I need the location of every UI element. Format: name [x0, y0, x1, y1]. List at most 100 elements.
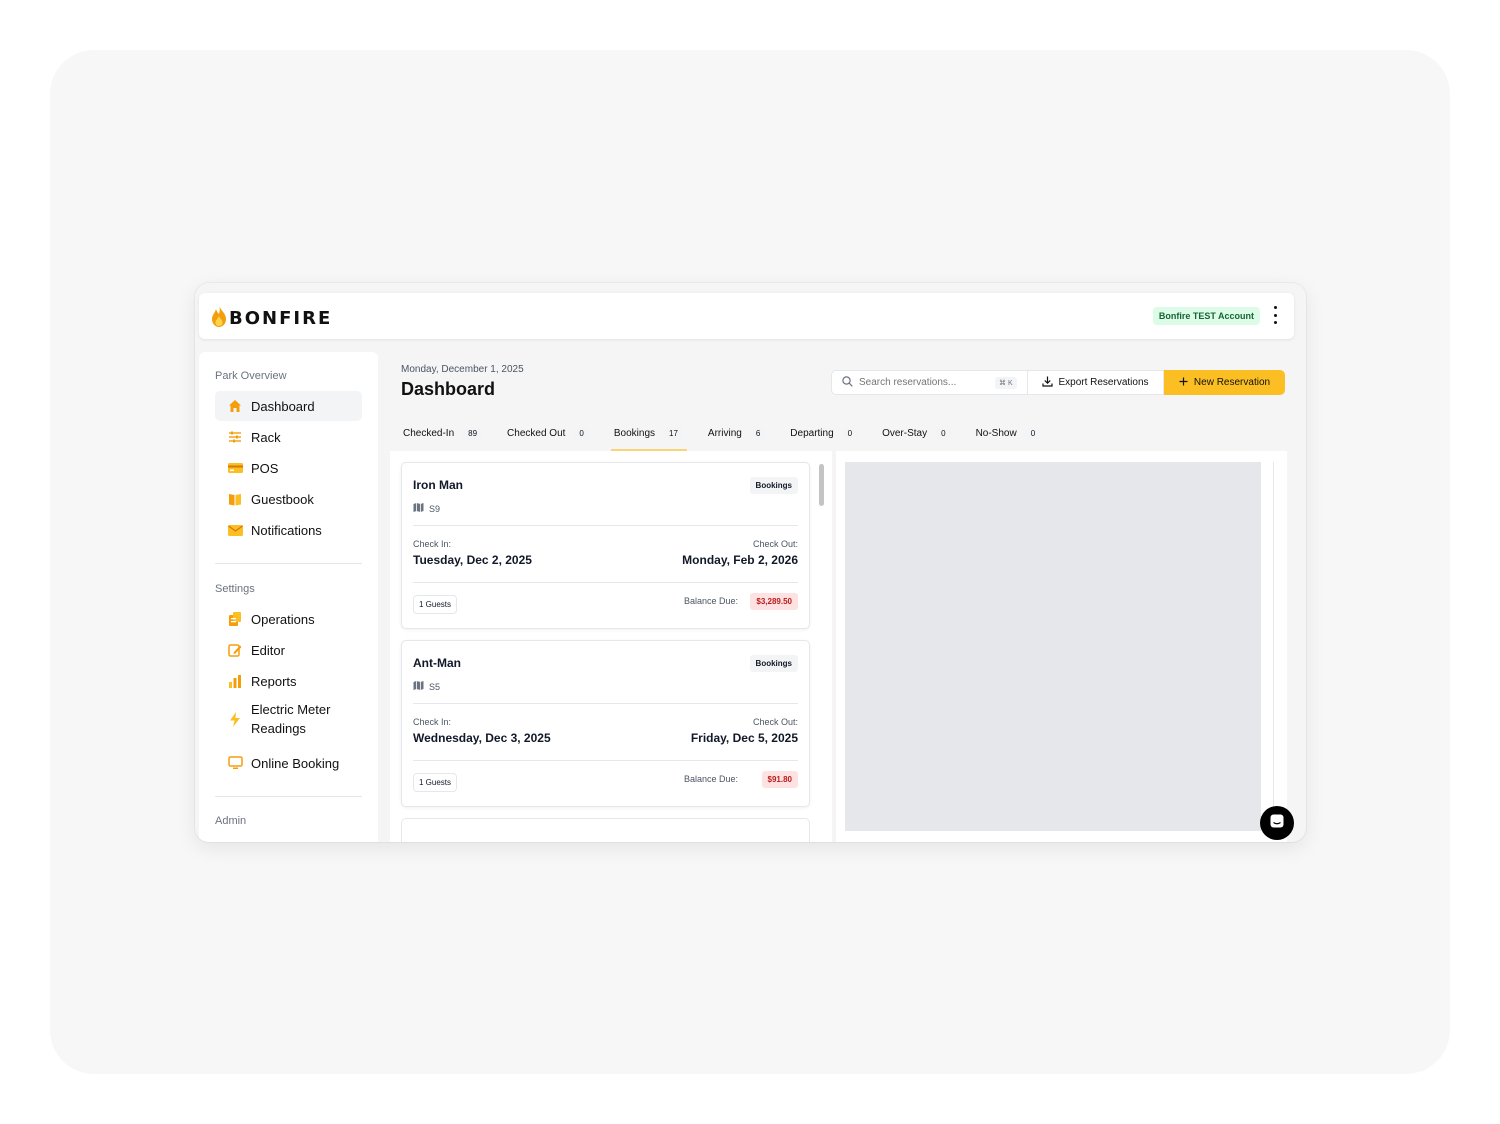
guest-name: Ant-Man	[413, 656, 461, 670]
tab-count: 0	[1024, 426, 1042, 440]
search-box[interactable]: ⌘ K	[831, 370, 1028, 395]
sidebar-item-label: Operations	[251, 611, 315, 627]
sidebar-item-dashboard[interactable]: Dashboard	[215, 391, 362, 421]
sidebar-section-settings: Settings	[215, 583, 255, 595]
sidebar-item-pos[interactable]: POS	[215, 453, 362, 483]
tab-label: No-Show	[975, 427, 1017, 439]
sidebar-item-rack[interactable]: Rack	[215, 422, 362, 452]
envelope-icon	[227, 522, 243, 538]
download-icon	[1042, 376, 1054, 390]
tab-label: Departing	[790, 427, 834, 439]
search-icon	[842, 374, 853, 392]
tab-count: 89	[462, 426, 484, 440]
chat-icon	[1269, 813, 1285, 834]
account-badge[interactable]: Bonfire TEST Account	[1152, 307, 1260, 325]
check-out-date: Friday, Dec 5, 2025	[690, 731, 798, 745]
pencil-square-icon	[227, 642, 243, 658]
export-reservations-button[interactable]: Export Reservations	[1028, 370, 1164, 395]
tab-label: Over-Stay	[882, 427, 928, 439]
sidebar-item-operations[interactable]: Operations	[215, 604, 362, 634]
reservation-card[interactable]	[401, 818, 810, 842]
sidebar-divider	[215, 796, 362, 797]
sidebar: Park Overview Dashboard Rack POS Guestbo…	[199, 352, 378, 842]
chat-support-button[interactable]	[1260, 806, 1294, 840]
card-divider	[413, 760, 798, 761]
keyboard-shortcut-hint: ⌘ K	[995, 376, 1017, 389]
tab-label: Bookings	[613, 427, 656, 439]
tab-count: 0	[935, 426, 952, 440]
current-date: Monday, December 1, 2025	[401, 364, 524, 375]
reservation-list[interactable]: Iron Man Bookings S9 Check In: Tuesday, …	[390, 451, 832, 842]
balance-label: Balance Due:	[683, 774, 738, 784]
sidebar-item-guestbook[interactable]: Guestbook	[215, 484, 362, 514]
tab-arriving[interactable]: Arriving 6	[701, 418, 773, 448]
tab-departing[interactable]: Departing 0	[783, 418, 865, 448]
tab-over-stay[interactable]: Over-Stay 0	[875, 418, 958, 448]
search-input[interactable]	[859, 377, 989, 388]
sliders-icon	[227, 429, 243, 445]
check-out-date: Monday, Feb 2, 2026	[682, 553, 798, 567]
home-icon	[227, 398, 243, 414]
sidebar-item-notifications[interactable]: Notifications	[215, 515, 362, 545]
list-scrollbar[interactable]	[819, 464, 824, 506]
sidebar-item-label: Online Booking	[251, 755, 340, 771]
sidebar-item-reports[interactable]: Reports	[215, 666, 362, 696]
detail-divider	[1273, 462, 1274, 832]
check-out-label: Check Out:	[752, 717, 798, 727]
detail-placeholder	[845, 462, 1261, 831]
sidebar-item-editor[interactable]: Editor	[215, 635, 362, 665]
reservation-card[interactable]: Iron Man Bookings S9 Check In: Tuesday, …	[401, 462, 810, 629]
tab-count: 0	[573, 426, 590, 440]
sidebar-divider	[215, 563, 362, 564]
sidebar-section-park-overview: Park Overview	[215, 370, 287, 382]
site-number: S5	[429, 681, 441, 692]
sidebar-item-label: Notifications	[251, 522, 322, 538]
sidebar-item-electric-meter-readings[interactable]: Electric Meter Readings	[215, 698, 362, 740]
site-number: S9	[429, 503, 441, 514]
guest-name: Iron Man	[413, 478, 463, 492]
reservation-card[interactable]: Ant-Man Bookings S5 Check In: Wednesday,…	[401, 640, 810, 807]
tab-count: 6	[749, 426, 767, 440]
monitor-icon	[227, 755, 243, 771]
main-content: Monday, December 1, 2025 Dashboard ⌘ K E…	[388, 352, 1294, 842]
tab-checked-in[interactable]: Checked-In 89	[396, 418, 490, 448]
card-divider	[413, 525, 798, 526]
more-options-icon[interactable]	[1270, 306, 1280, 324]
check-in-date: Wednesday, Dec 3, 2025	[413, 731, 551, 745]
tab-count: 17	[663, 426, 684, 440]
top-bar: BONFIRE Bonfire TEST Account	[199, 293, 1294, 339]
tab-label: Checked-In	[403, 427, 455, 439]
plus-icon	[1179, 377, 1188, 389]
balance-due: $3,289.50	[750, 593, 798, 610]
sidebar-item-label: Rack	[251, 429, 281, 445]
bar-chart-icon	[227, 673, 243, 689]
sidebar-item-label: Electric Meter Readings	[251, 702, 331, 736]
balance-label: Balance Due:	[683, 596, 738, 606]
tab-count: 0	[841, 426, 859, 440]
sidebar-item-label: Dashboard	[251, 398, 315, 414]
new-reservation-button[interactable]: New Reservation	[1164, 370, 1285, 395]
page-title: Dashboard	[401, 379, 496, 399]
sidebar-item-label: Guestbook	[251, 491, 314, 507]
book-icon	[227, 491, 243, 507]
balance-due: $91.80	[761, 771, 798, 788]
sidebar-item-label: Reports	[251, 673, 297, 689]
brand-logo[interactable]: BONFIRE	[211, 305, 332, 332]
new-reservation-label: New Reservation	[1193, 377, 1271, 388]
sidebar-item-label: POS	[251, 460, 279, 476]
check-in-date: Tuesday, Dec 2, 2025	[413, 553, 532, 567]
status-badge: Bookings	[749, 477, 798, 494]
guest-count: 1 Guests	[413, 773, 458, 792]
app-window: BONFIRE Bonfire TEST Account Park Overvi…	[195, 283, 1306, 842]
reservation-tabs: Checked-In 89 Checked Out 0 Bookings 17 Arr…	[396, 418, 1058, 452]
site-info: S9	[413, 502, 440, 515]
clipboard-icon	[227, 611, 243, 627]
lightning-icon	[227, 711, 243, 727]
site-info: S5	[413, 680, 440, 693]
sidebar-section-admin: Admin	[215, 815, 247, 827]
tab-checked-out[interactable]: Checked Out 0	[500, 418, 597, 448]
tab-no-show[interactable]: No-Show 0	[969, 418, 1049, 448]
tab-bookings[interactable]: Bookings 17	[607, 418, 691, 451]
flame-icon	[211, 305, 227, 332]
sidebar-item-online-booking[interactable]: Online Booking	[215, 748, 362, 778]
